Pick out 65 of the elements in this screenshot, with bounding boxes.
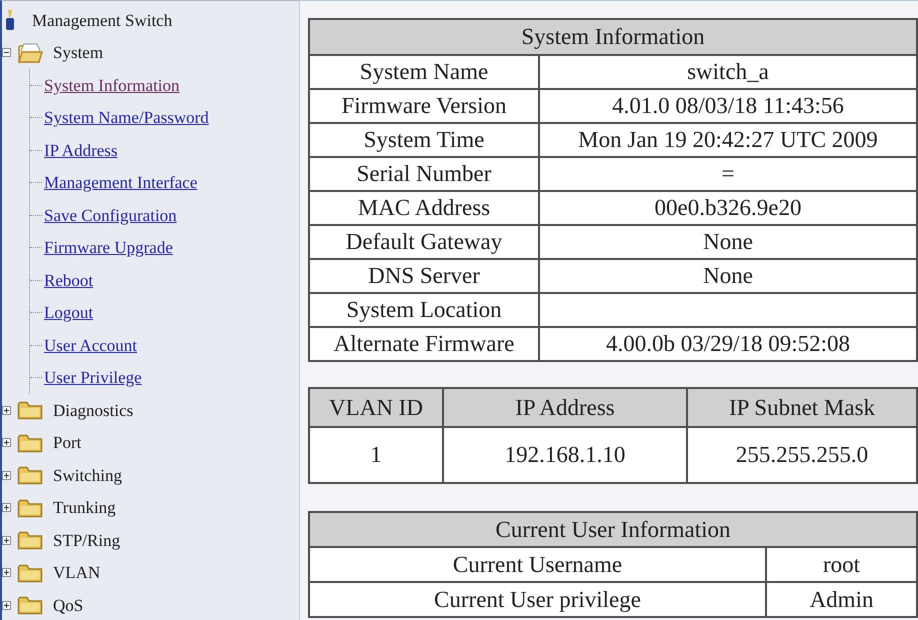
table-label-cell: MAC Address — [309, 191, 539, 225]
plus-icon[interactable] — [2, 438, 11, 448]
table-cell: None — [539, 225, 917, 259]
node-icon — [5, 9, 15, 32]
plus-icon[interactable] — [2, 503, 11, 512]
folder-icon — [17, 595, 43, 616]
table-label-cell: System Location — [309, 293, 539, 327]
column-header-cell: IP Address — [443, 388, 687, 427]
folder-icon — [17, 432, 43, 453]
table-cell: Admin — [766, 582, 918, 617]
table-label-cell: Firmware Version — [309, 89, 539, 123]
folder-icon — [17, 562, 43, 583]
column-header-cell: IP Subnet Mask — [687, 388, 917, 427]
table-label-cell: Default Gateway — [309, 225, 539, 259]
tree-root-label[interactable]: Management Switch — [32, 12, 172, 29]
tree-folder-label[interactable]: STP/Ring — [53, 532, 120, 549]
tree-folder-label[interactable]: QoS — [53, 596, 84, 614]
plus-icon[interactable] — [2, 568, 11, 578]
minus-icon[interactable] — [2, 48, 11, 58]
nav-link[interactable]: Reboot — [44, 272, 94, 289]
table-cell: root — [766, 547, 918, 582]
plus-icon[interactable] — [2, 600, 11, 610]
open-folder-icon — [17, 42, 43, 64]
table-cell: Mon Jan 19 20:42:27 UTC 2009 — [539, 123, 917, 157]
table-label-cell: System Name — [309, 55, 539, 89]
table-cell: switch_a — [539, 55, 917, 89]
table-cell: 4.00.0b 03/29/18 09:52:08 — [539, 327, 917, 361]
nav-link[interactable]: User Privilege — [44, 369, 142, 386]
folder-icon — [17, 498, 43, 518]
tree-folder-label[interactable]: System — [53, 44, 104, 62]
nav-link[interactable]: User Account — [44, 336, 138, 354]
nav-link[interactable]: Firmware Upgrade — [44, 239, 173, 256]
table-title-cell: System Information — [309, 19, 917, 55]
table-label-cell: Current User privilege — [309, 582, 766, 617]
tree-folder-label[interactable]: Trunking — [53, 499, 116, 516]
tree-folder-label[interactable]: VLAN — [53, 564, 100, 582]
table-label-cell: Current Username — [309, 547, 766, 582]
plus-icon[interactable] — [2, 470, 11, 480]
nav-link[interactable]: Management Interface — [44, 174, 198, 192]
nav-link[interactable]: Logout — [44, 304, 94, 322]
tree-folder-label[interactable]: Switching — [53, 466, 122, 484]
nav-link[interactable]: IP Address — [44, 142, 118, 159]
table-cell: = — [539, 157, 917, 191]
nav-link[interactable]: System Information — [44, 76, 180, 94]
plus-icon[interactable] — [2, 536, 11, 545]
table-cell: 1 — [309, 427, 443, 483]
table-cell: 192.168.1.10 — [443, 427, 687, 483]
tree-folder-label[interactable]: Diagnostics — [53, 402, 134, 419]
table-title-cell: Current User Information — [309, 512, 918, 547]
folder-icon — [17, 530, 43, 550]
table-cell: 4.01.0 08/03/18 11:43:56 — [539, 89, 917, 123]
table-cell: 255.255.255.0 — [687, 427, 917, 483]
nav-link[interactable]: System Name/Password — [44, 109, 209, 126]
table-label-cell: Alternate Firmware — [309, 327, 539, 361]
folder-icon — [17, 465, 43, 486]
table-label-cell: Serial Number — [309, 157, 539, 191]
table-label-cell: System Time — [309, 123, 539, 157]
plus-icon[interactable] — [2, 406, 11, 415]
tree-folder-label[interactable]: Port — [53, 434, 82, 452]
folder-icon — [17, 400, 43, 420]
column-header-cell: VLAN ID — [309, 388, 443, 427]
table-cell: 00e0.b326.9e20 — [539, 191, 917, 225]
table-label-cell: DNS Server — [309, 259, 539, 293]
nav-link[interactable]: Save Configuration — [44, 206, 177, 224]
table-cell: None — [539, 259, 917, 293]
